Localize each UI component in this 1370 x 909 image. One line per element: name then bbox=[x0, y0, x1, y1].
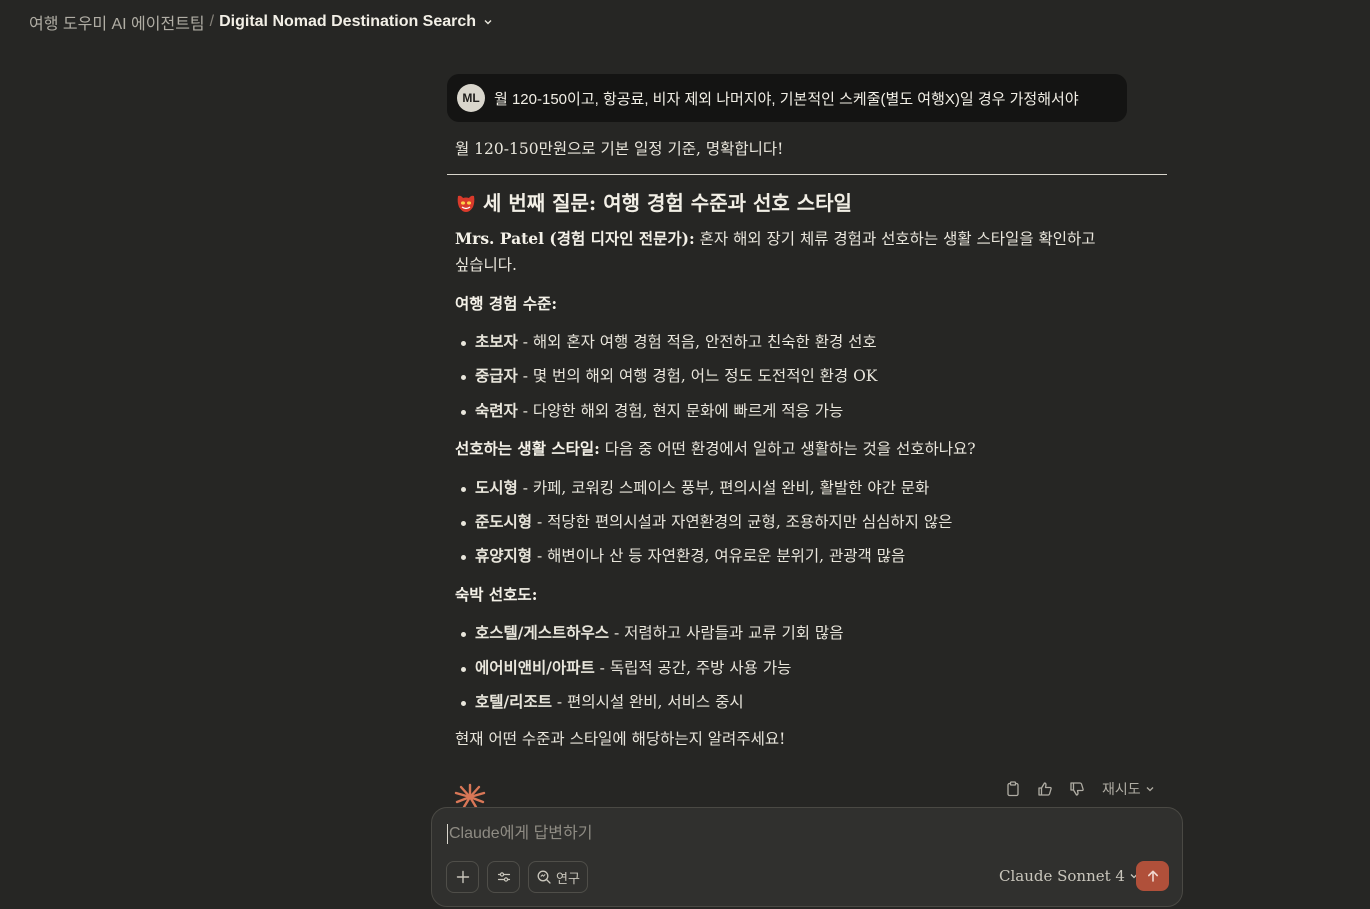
section-heading: 세 번째 질문: 여행 경험 수준과 선호 스타일 bbox=[455, 190, 852, 216]
user-message: ML 월 120-150이고, 항공료, 비자 제외 나머지야, 기본적인 스케… bbox=[447, 74, 1127, 122]
chevron-down-icon[interactable] bbox=[483, 17, 493, 27]
thumbs-down-icon[interactable] bbox=[1068, 780, 1086, 798]
clipboard-icon[interactable] bbox=[1004, 780, 1022, 798]
composer: Claude에게 답변하기 연구 Claude Sonnet 4 bbox=[431, 807, 1183, 907]
assistant-intro: 월 120-150만원으로 기본 일정 기준, 명확합니다! bbox=[455, 140, 784, 158]
claude-spark-icon bbox=[454, 783, 486, 809]
section-heading-text: 세 번째 질문: 여행 경험 수준과 선호 스타일 bbox=[483, 191, 852, 215]
research-search-icon bbox=[537, 870, 551, 884]
reply-input[interactable]: Claude에게 답변하기 bbox=[447, 824, 592, 844]
expert-text: 혼자 해외 장기 체류 경험과 선호하는 생활 스타일을 확인하고 bbox=[694, 230, 1096, 248]
closing-text: 현재 어떤 수준과 스타일에 해당하는지 알려주세요! bbox=[455, 730, 786, 748]
breadcrumb-separator: / bbox=[209, 13, 215, 30]
lodging-title: 숙박 선호도: bbox=[455, 585, 538, 604]
chevron-down-icon bbox=[1146, 787, 1154, 792]
divider bbox=[447, 174, 1167, 175]
retry-button[interactable]: 재시도 bbox=[1102, 779, 1155, 799]
research-button[interactable]: 연구 bbox=[528, 861, 588, 893]
model-selector[interactable]: Claude Sonnet 4 bbox=[999, 867, 1139, 885]
red-mask-icon bbox=[457, 195, 475, 212]
breadcrumb: 여행 도우미 AI 에이전트팀 / Digital Nomad Destinat… bbox=[29, 10, 493, 34]
conversation-title[interactable]: Digital Nomad Destination Search bbox=[219, 13, 476, 31]
user-message-text: 월 120-150이고, 항공료, 비자 제외 나머지야, 기본적인 스케줄(별… bbox=[494, 90, 1079, 108]
send-button[interactable] bbox=[1136, 861, 1169, 891]
breadcrumb-team[interactable]: 여행 도우미 AI 에이전트팀 bbox=[29, 10, 205, 34]
message-actions: 재시도 bbox=[1004, 779, 1155, 799]
sliders-icon bbox=[497, 872, 510, 882]
arrow-up-icon bbox=[1147, 870, 1158, 882]
expert-paragraph: Mrs. Patel (경험 디자인 전문가): 혼자 해외 장기 체류 경험과… bbox=[455, 226, 1135, 252]
expert-name: Mrs. Patel (경험 디자인 전문가): bbox=[455, 229, 695, 248]
retry-label: 재시도 bbox=[1102, 781, 1141, 797]
add-button[interactable] bbox=[446, 861, 479, 893]
avatar: ML bbox=[457, 84, 485, 112]
experience-title: 여행 경험 수준: bbox=[455, 294, 558, 313]
lifestyle-paragraph: 선호하는 생활 스타일: 다음 중 어떤 환경에서 일하고 생활하는 것을 선호… bbox=[455, 439, 976, 458]
plus-icon bbox=[456, 870, 469, 884]
assistant-message: 월 120-150만원으로 기본 일정 기준, 명확합니다! 세 번째 질문: … bbox=[447, 134, 1167, 748]
research-label: 연구 bbox=[556, 870, 580, 886]
tools-button[interactable] bbox=[487, 861, 520, 893]
thumbs-up-icon[interactable] bbox=[1036, 780, 1054, 798]
expert-paragraph-cont: 싶습니다. bbox=[455, 256, 517, 274]
model-label: Claude Sonnet 4 bbox=[999, 867, 1125, 885]
